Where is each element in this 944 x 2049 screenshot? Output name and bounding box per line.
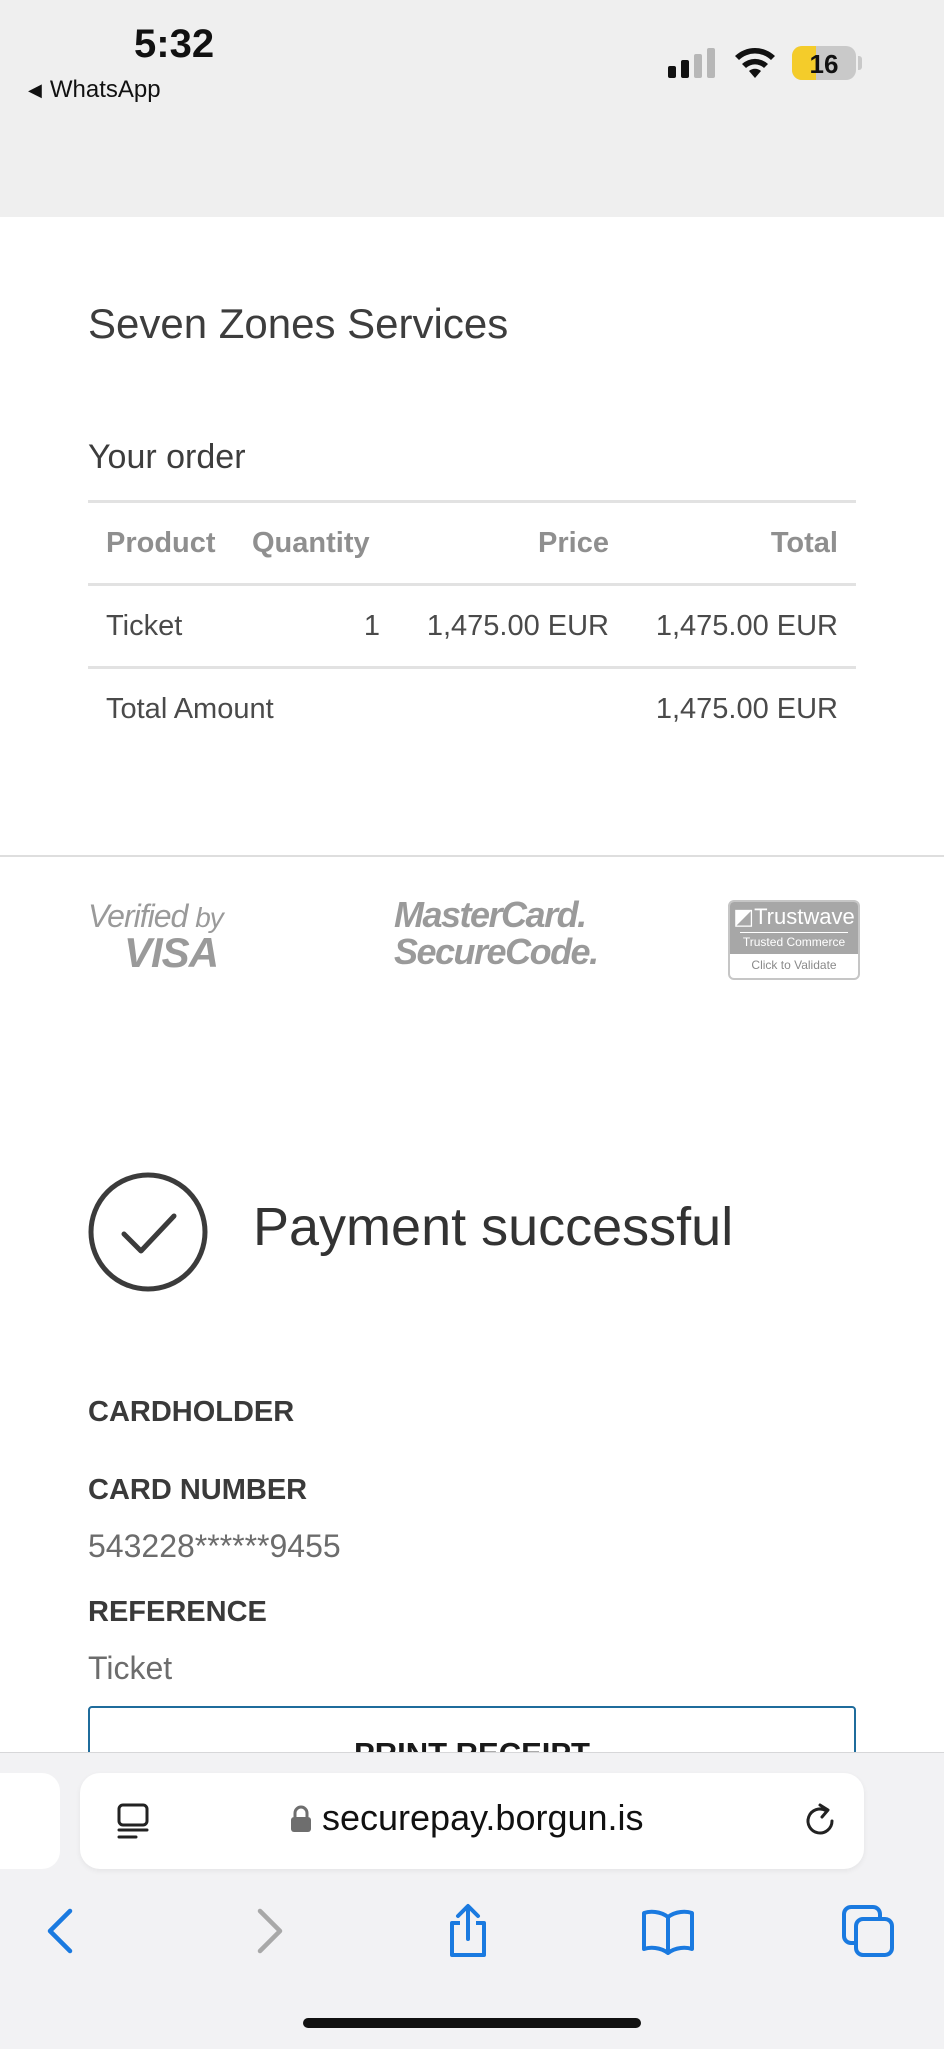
- reload-icon[interactable]: [798, 1799, 842, 1843]
- total-amount-value: 1,475.00 EUR: [655, 692, 838, 725]
- row-total: 1,475.00 EUR: [627, 584, 856, 669]
- status-time: 5:32: [134, 22, 215, 66]
- order-title: Your order: [88, 438, 246, 476]
- table-row: Ticket 1 1,475.00 EUR 1,475.00 EUR: [88, 584, 856, 669]
- total-amount-label: Total Amount: [106, 692, 274, 725]
- lock-icon: [291, 1805, 311, 1832]
- merchant-name: Seven Zones Services: [88, 300, 509, 347]
- address-bar[interactable]: securepay.borgun.is: [80, 1773, 864, 1869]
- url-text[interactable]: securepay.borgun.is: [322, 1797, 644, 1839]
- left-triangle-icon: ◀: [28, 79, 42, 100]
- back-app-label: WhatsApp: [49, 76, 161, 103]
- tabs-icon[interactable]: [840, 1903, 896, 1959]
- row-quantity: 1: [234, 584, 398, 669]
- cellular-signal-icon: [668, 48, 715, 78]
- column-header-quantity: Quantity: [234, 500, 398, 586]
- table-header-row: Product Quantity Price Total: [88, 500, 856, 586]
- total-amount-row: Total Amount 1,475.00 EUR: [88, 668, 856, 750]
- row-product: Ticket: [88, 584, 234, 669]
- column-header-total: Total: [627, 500, 856, 586]
- cardholder-label: CARDHOLDER: [88, 1396, 295, 1428]
- reference-label: REFERENCE: [88, 1596, 267, 1628]
- wifi-icon: [735, 48, 775, 78]
- battery-icon: 16: [792, 46, 856, 80]
- mastercard-securecode-logo: MasterCard. SecureCode.: [394, 894, 599, 972]
- home-indicator[interactable]: [303, 2018, 641, 2028]
- trustwave-seal[interactable]: ◩Trustwave Trusted Commerce Click to Val…: [728, 900, 860, 980]
- reader-mode-icon[interactable]: [116, 1803, 150, 1839]
- status-bar: 5:32 ◀ WhatsApp 16: [0, 0, 944, 217]
- trustwave-flag-icon: ◩: [733, 904, 755, 929]
- payment-status: Payment successful: [253, 1197, 734, 1257]
- trustwave-validate-link[interactable]: Click to Validate: [730, 954, 858, 972]
- checkmark-circle-icon: [88, 1172, 208, 1292]
- row-price: 1,475.00 EUR: [398, 584, 627, 669]
- browser-toolbar: securepay.borgun.is: [0, 1752, 944, 2049]
- verified-by-visa-logo: Verified by VISA: [88, 898, 224, 976]
- back-to-app-link[interactable]: ◀ WhatsApp: [28, 76, 161, 104]
- card-number-label: CARD NUMBER: [88, 1474, 308, 1506]
- battery-level: 16: [809, 49, 839, 79]
- card-number-value: 543228******9455: [88, 1528, 341, 1564]
- forward-icon[interactable]: [240, 1903, 296, 1959]
- back-icon[interactable]: [34, 1903, 90, 1959]
- share-icon[interactable]: [440, 1903, 496, 1959]
- section-divider: [0, 855, 944, 857]
- bookmarks-icon[interactable]: [640, 1903, 696, 1959]
- order-table: Product Quantity Price Total Ticket 1 1,…: [88, 500, 856, 749]
- battery-cap: [858, 56, 862, 70]
- previous-tab-preview[interactable]: [0, 1773, 60, 1869]
- column-header-product: Product: [88, 500, 234, 586]
- reference-value: Ticket: [88, 1650, 173, 1686]
- column-header-price: Price: [398, 500, 627, 586]
